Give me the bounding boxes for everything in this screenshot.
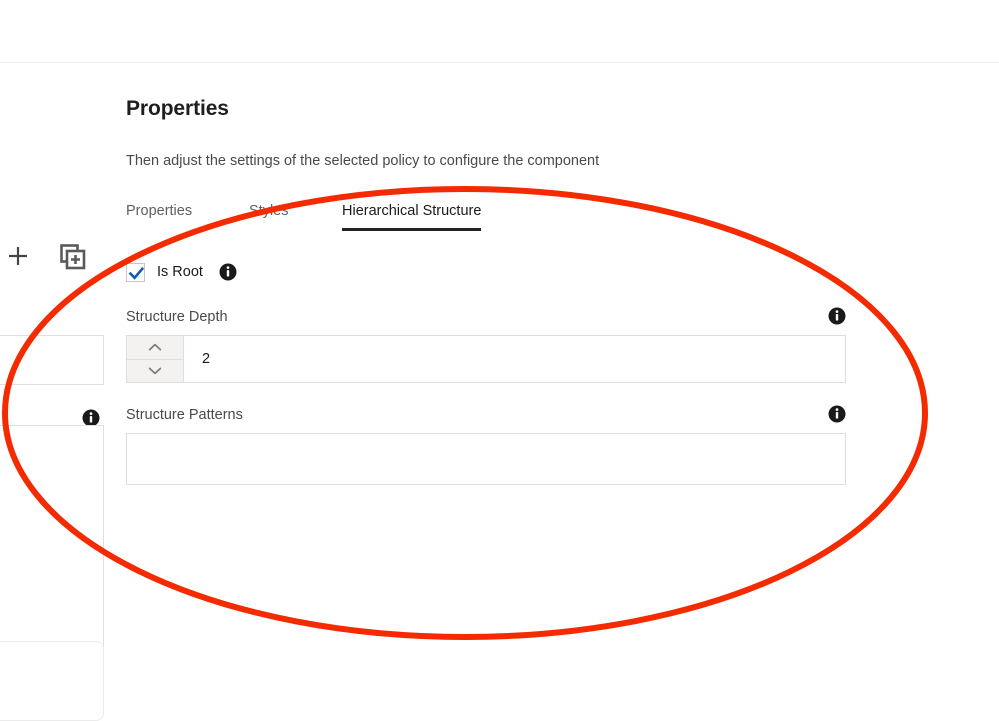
left-panel-field-box-1[interactable] xyxy=(0,335,104,385)
structure-depth-field: Structure Depth 2 xyxy=(126,307,846,383)
plus-icon[interactable] xyxy=(4,242,32,270)
structure-depth-input[interactable]: 2 xyxy=(184,336,845,382)
hierarchical-structure-form: Is Root Structure Depth 2 Structure Patt… xyxy=(126,259,846,485)
info-icon[interactable] xyxy=(219,263,237,281)
is-root-row: Is Root xyxy=(126,259,846,285)
structure-depth-label-row: Structure Depth xyxy=(126,307,846,329)
left-panel-field-box-2[interactable] xyxy=(0,425,104,649)
is-root-checkbox[interactable] xyxy=(126,262,145,282)
stepper-increment-button[interactable] xyxy=(127,336,183,360)
info-icon[interactable] xyxy=(828,307,846,325)
quantity-stepper xyxy=(127,336,184,382)
page-subtitle: Then adjust the settings of the selected… xyxy=(126,153,600,169)
duplicate-add-icon[interactable] xyxy=(58,242,88,272)
left-panel-field-box-3[interactable] xyxy=(0,641,104,721)
tab-hierarchical-structure[interactable]: Hierarchical Structure xyxy=(342,201,482,231)
tab-styles[interactable]: Styles xyxy=(249,201,289,231)
header-divider xyxy=(0,62,999,63)
left-panel xyxy=(0,62,112,721)
structure-depth-input-shell: 2 xyxy=(126,335,846,383)
is-root-label: Is Root xyxy=(157,264,203,280)
tab-bar: Properties Styles Hierarchical Structure xyxy=(126,201,886,239)
structure-patterns-field: Structure Patterns xyxy=(126,405,846,485)
tab-properties[interactable]: Properties xyxy=(126,201,192,231)
left-panel-toolbar xyxy=(0,242,112,282)
properties-panel: Properties Then adjust the settings of t… xyxy=(126,95,886,485)
structure-depth-label: Structure Depth xyxy=(126,309,228,325)
stepper-decrement-button[interactable] xyxy=(127,359,183,382)
page-title: Properties xyxy=(126,97,229,120)
structure-patterns-label-row: Structure Patterns xyxy=(126,405,846,427)
info-icon[interactable] xyxy=(828,405,846,423)
structure-patterns-input[interactable] xyxy=(127,434,845,484)
structure-patterns-label: Structure Patterns xyxy=(126,407,243,423)
structure-patterns-input-shell xyxy=(126,433,846,485)
